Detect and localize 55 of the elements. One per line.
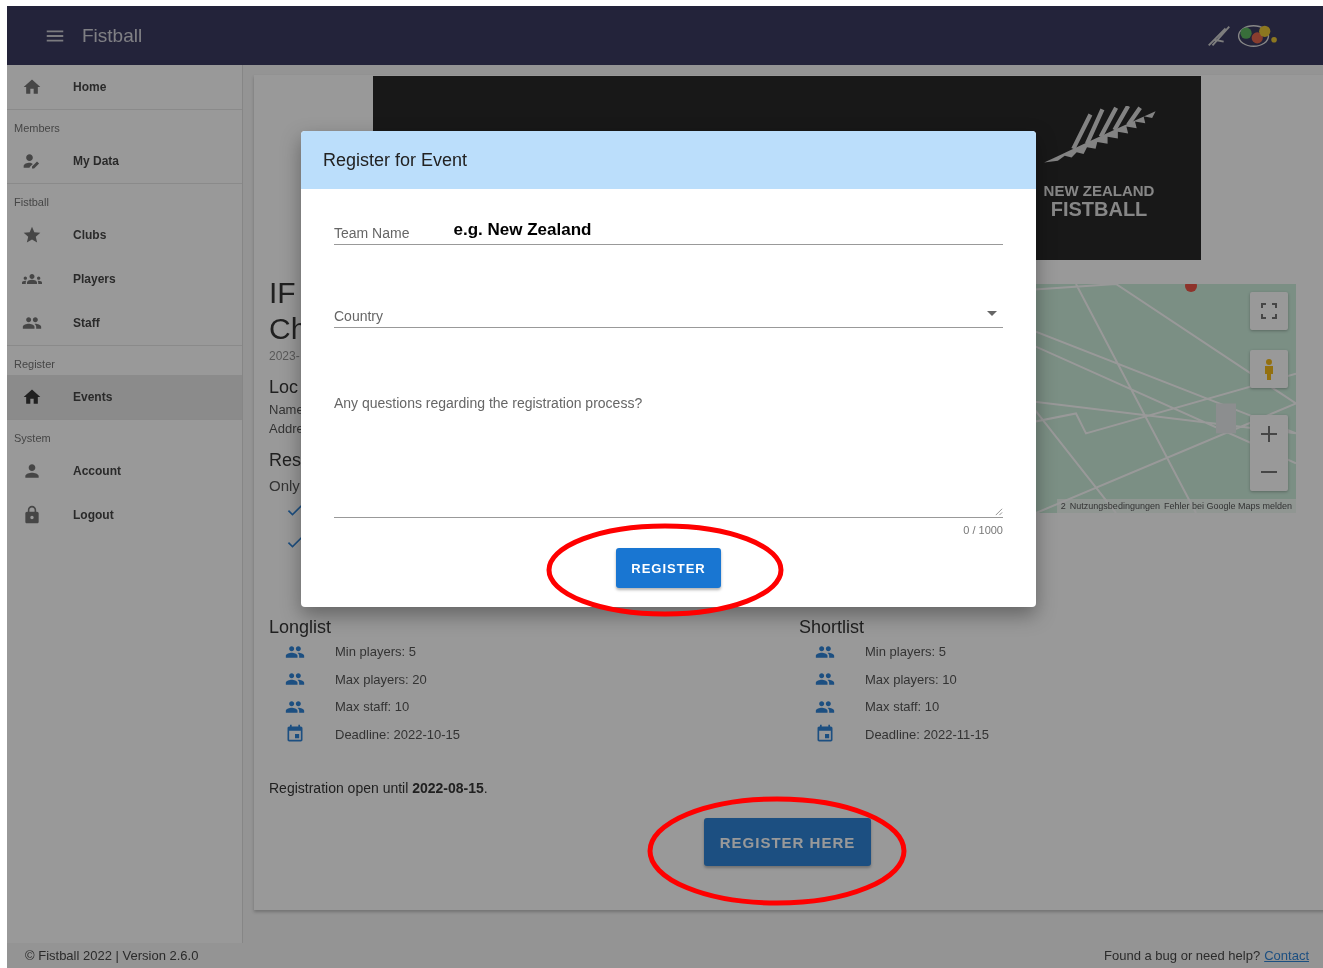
nav-item[interactable]: Players bbox=[7, 257, 242, 301]
list-item-text: Max staff: 10 bbox=[335, 699, 410, 715]
nav-item[interactable]: Account bbox=[7, 449, 242, 493]
section-header: Members bbox=[13, 121, 61, 136]
home-icon bbox=[22, 77, 42, 97]
calendar-icon bbox=[815, 724, 835, 745]
copyright-text: © Fistball 2022 | Version 2.6.0 bbox=[25, 948, 199, 963]
list-item-text: Max staff: 10 bbox=[865, 699, 940, 715]
list-item-text: Min players: 5 bbox=[335, 644, 416, 660]
fullscreen-button[interactable] bbox=[1250, 292, 1288, 330]
list-item-text: Max players: 10 bbox=[865, 671, 957, 687]
registration-text: Registration open until 2022-08-15. bbox=[269, 780, 489, 796]
country-select[interactable]: Country bbox=[334, 299, 1003, 328]
caret-icon bbox=[987, 311, 997, 316]
nav-item[interactable]: Home bbox=[7, 65, 242, 109]
team-name-field[interactable]: Team Name e.g. New Zealand bbox=[334, 216, 1003, 245]
restriction-text: Only bbox=[269, 477, 300, 494]
app-title: Fistball bbox=[82, 24, 143, 47]
register-button[interactable]: REGISTER bbox=[616, 548, 721, 588]
resize-handle-icon[interactable] bbox=[994, 507, 1003, 516]
section-heading: Loc bbox=[269, 377, 299, 398]
map-link[interactable]: Fehler bei Google Maps melden bbox=[1163, 501, 1292, 511]
questions-field[interactable]: Any questions regarding the registration process? bbox=[334, 395, 1003, 518]
list-heading: Shortlist bbox=[799, 617, 866, 638]
section-header: System bbox=[13, 431, 52, 446]
nav-item[interactable]: Clubs bbox=[7, 213, 242, 257]
minus-icon bbox=[1261, 471, 1277, 473]
person-edit-icon bbox=[22, 151, 42, 171]
home-icon bbox=[22, 387, 42, 407]
contact-link[interactable]: Contact bbox=[1264, 948, 1309, 963]
calendar-icon bbox=[285, 724, 305, 745]
nav-item[interactable]: My Data bbox=[7, 139, 242, 183]
list-item-text: Deadline: 2022-10-15 bbox=[335, 726, 461, 742]
register-here-button[interactable]: REGISTER HERE bbox=[704, 818, 871, 866]
help-text: Found a bug or need help? bbox=[1104, 948, 1261, 963]
list-item-text: Min players: 5 bbox=[865, 644, 946, 660]
banner-text: FISTBALL bbox=[1050, 199, 1148, 219]
star-icon bbox=[22, 225, 42, 245]
list-heading: Longlist bbox=[269, 617, 333, 638]
event-title: IF bbox=[269, 275, 297, 311]
lock-icon bbox=[22, 505, 42, 525]
nav-item[interactable]: Staff bbox=[7, 301, 242, 345]
banner-text: NEW ZEALAND bbox=[1043, 182, 1155, 199]
section-heading: Res bbox=[269, 450, 301, 471]
nav-item[interactable]: Events bbox=[7, 375, 242, 419]
nav-item[interactable]: Logout bbox=[7, 493, 242, 537]
map-link[interactable]: Nutzungsbedingungen bbox=[1069, 501, 1160, 511]
event-date: 2023- bbox=[269, 349, 300, 363]
section-header: Fistball bbox=[13, 195, 50, 210]
map-attribution: 2 bbox=[1060, 501, 1066, 511]
list-item-text: Deadline: 2022-11-15 bbox=[865, 726, 990, 742]
section-header: Register bbox=[13, 357, 56, 372]
list-item-text: Max players: 20 bbox=[335, 671, 427, 687]
character-counter: 0 / 1000 bbox=[962, 524, 1003, 536]
dialog-title: Register for Event bbox=[323, 149, 468, 171]
